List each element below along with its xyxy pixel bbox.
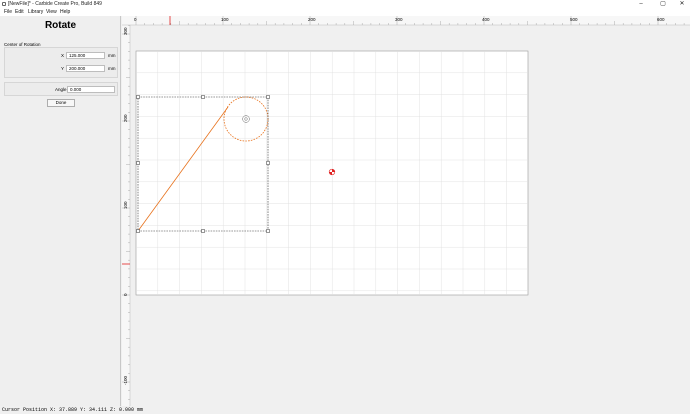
menu-bar: File Edit Library View Help bbox=[0, 9, 690, 16]
angle-label: Angle bbox=[55, 87, 67, 92]
cursor-position-readout: Cursor Position X: 37.889 Y: 34.111 Z: 0… bbox=[2, 407, 144, 413]
selection-handle[interactable] bbox=[266, 229, 270, 233]
menu-file[interactable]: File bbox=[4, 9, 12, 16]
menu-library[interactable]: Library bbox=[28, 9, 43, 16]
origin-marker-icon bbox=[328, 168, 336, 176]
panel-title: Rotate bbox=[44, 20, 77, 31]
close-button[interactable]: ✕ bbox=[675, 0, 689, 8]
selection-handle[interactable] bbox=[266, 161, 270, 165]
left-ruler-label: 100 bbox=[123, 201, 128, 209]
top-ruler-label: 600 bbox=[657, 17, 665, 22]
window-title: [NewFile]* - Carbide Create Pro, Build 8… bbox=[8, 1, 102, 7]
center-x-field[interactable] bbox=[66, 52, 105, 59]
menu-edit[interactable]: Edit bbox=[15, 9, 24, 16]
menu-view[interactable]: View bbox=[46, 9, 57, 16]
left-ruler-label: 300 bbox=[123, 27, 128, 35]
center-of-rotation-group: X mm Y mm bbox=[4, 47, 118, 78]
left-ruler bbox=[122, 25, 130, 406]
selection-handle[interactable] bbox=[266, 95, 270, 99]
x-label: X bbox=[61, 53, 65, 58]
y-unit-label: mm bbox=[108, 66, 116, 71]
x-unit-label: mm bbox=[108, 53, 116, 58]
top-ruler-label: 500 bbox=[570, 17, 578, 22]
done-button[interactable]: Done bbox=[47, 99, 75, 107]
center-y-field[interactable] bbox=[66, 65, 105, 72]
status-bar: Cursor Position X: 37.889 Y: 34.111 Z: 0… bbox=[0, 406, 690, 414]
top-ruler-label: 300 bbox=[395, 17, 403, 22]
y-label: Y bbox=[61, 66, 65, 71]
app-icon bbox=[2, 2, 6, 6]
left-ruler-label: 200 bbox=[123, 114, 128, 122]
menu-help[interactable]: Help bbox=[60, 9, 70, 16]
title-bar: [NewFile]* - Carbide Create Pro, Build 8… bbox=[0, 0, 690, 9]
top-ruler-label: 100 bbox=[221, 17, 229, 22]
selection-handle[interactable] bbox=[201, 229, 205, 233]
top-ruler-label: 200 bbox=[308, 17, 316, 22]
maximize-button[interactable]: ▢ bbox=[656, 0, 670, 8]
top-ruler bbox=[122, 16, 690, 25]
design-canvas-area[interactable]: 0 100 200 300 400 500 600 300 200 100 0 … bbox=[122, 16, 690, 406]
selection-handle[interactable] bbox=[136, 229, 140, 233]
selection-handle[interactable] bbox=[136, 95, 140, 99]
selection-handle[interactable] bbox=[201, 95, 205, 99]
minimize-button[interactable]: – bbox=[634, 0, 648, 8]
rotate-panel: Rotate Center of Rotation X mm Y mm Angl… bbox=[0, 16, 121, 406]
angle-group: Angle bbox=[4, 82, 118, 96]
selection-handle[interactable] bbox=[136, 161, 140, 165]
top-ruler-label: 400 bbox=[482, 17, 490, 22]
left-ruler-label: -100 bbox=[123, 375, 128, 385]
angle-field[interactable] bbox=[67, 86, 115, 93]
